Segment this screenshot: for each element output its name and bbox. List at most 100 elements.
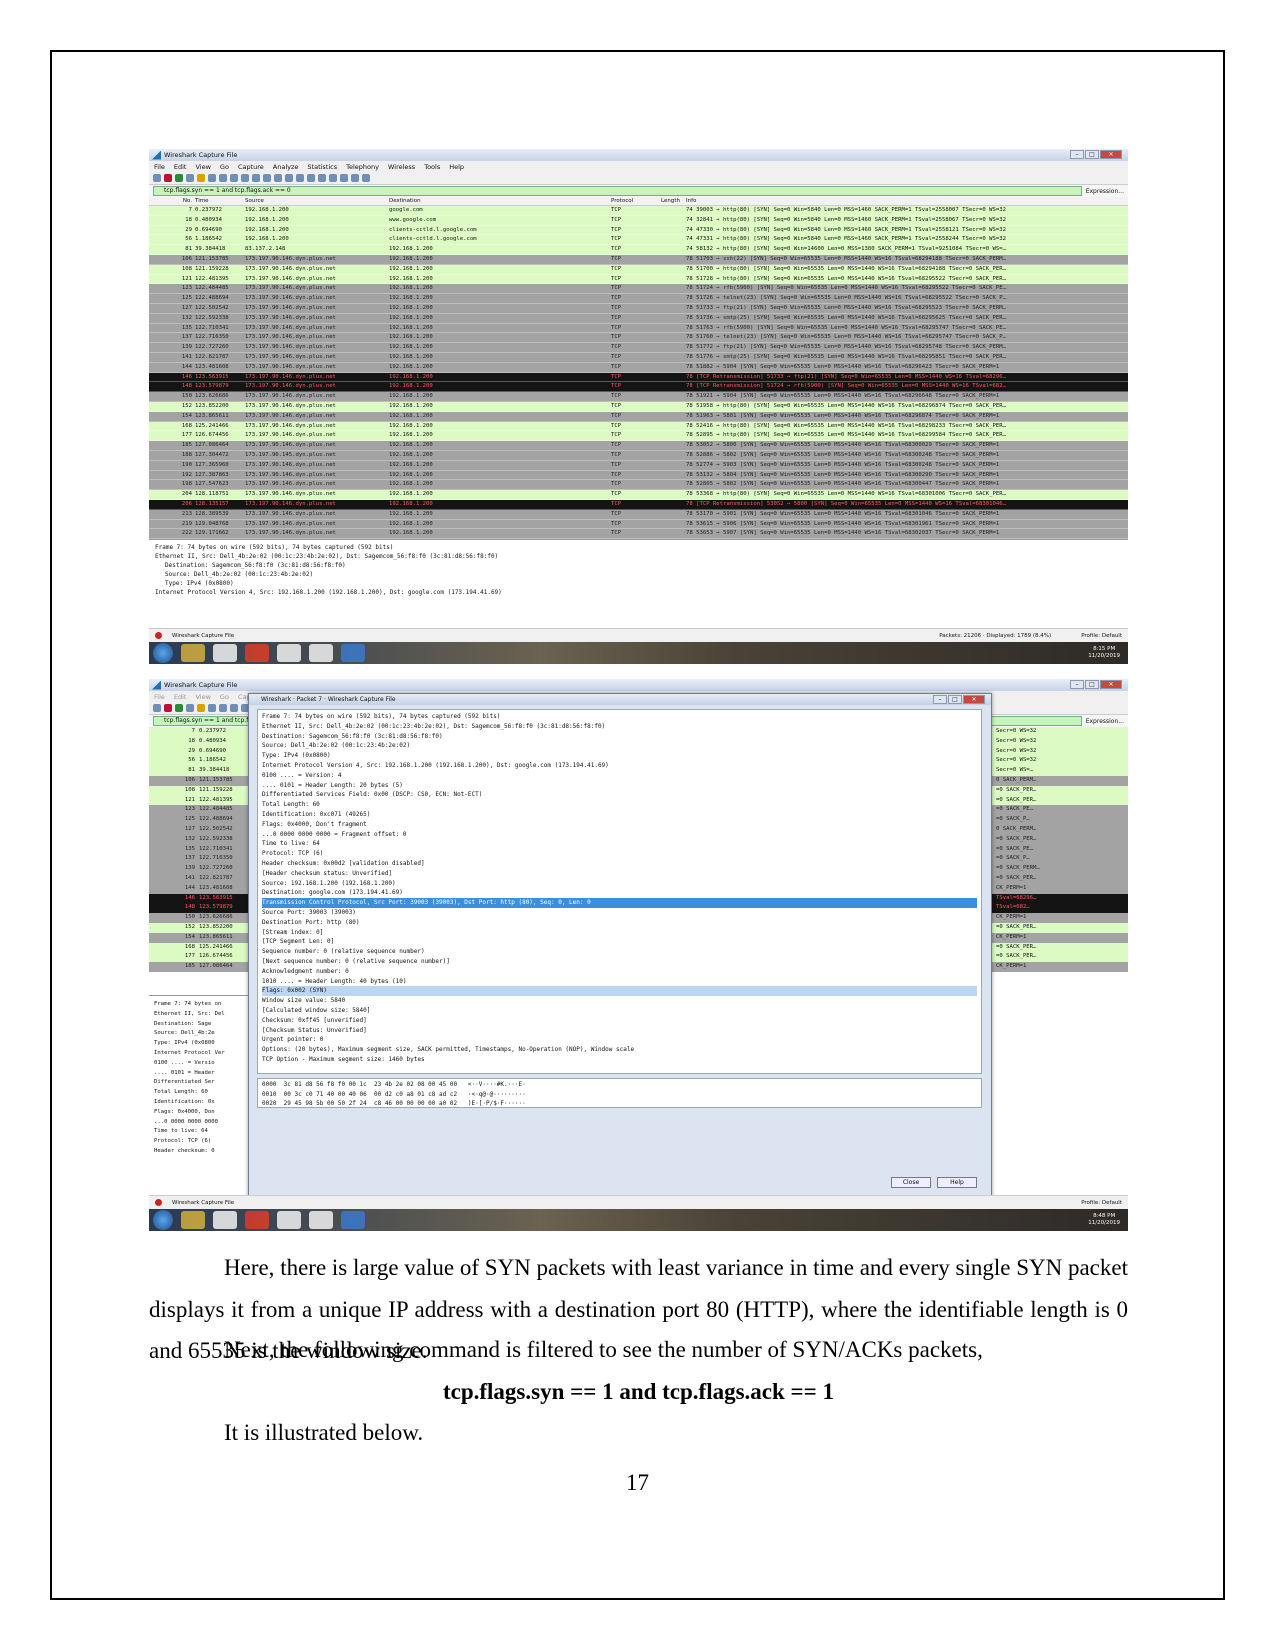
packet-row[interactable]: 81 39.384418 83.137.2.148 192.168.1.200 TCP 7… bbox=[149, 245, 1128, 255]
find-icon[interactable] bbox=[241, 174, 249, 182]
packet-row[interactable]: 198 127.547623 173.197.90.146.dyn.plus.net… bbox=[149, 480, 1128, 491]
tree-line[interactable]: Sequence number: 0 (relative sequence nu… bbox=[262, 947, 977, 957]
tree-line[interactable]: Identification: 0xc071 (49265) bbox=[262, 810, 977, 820]
packet-row[interactable]: 125 122.488694 173.197.90.146.dyn.plus.net… bbox=[149, 294, 1128, 304]
colorize-icon[interactable] bbox=[318, 174, 326, 182]
tool-taskbar-icon[interactable] bbox=[277, 1211, 301, 1229]
hex-line[interactable]: 0010 00 3c c0 71 40 00 40 06 00 d2 c0 a8… bbox=[262, 1090, 977, 1100]
go-to-icon[interactable] bbox=[274, 174, 282, 182]
packet-row[interactable]: 141 122.821787 bbox=[149, 873, 248, 884]
packet-row[interactable]: 123 122.484485 173.197.90.146.dyn.plus.net… bbox=[149, 284, 1128, 295]
maximize-button[interactable]: □ bbox=[1085, 680, 1099, 689]
explorer-taskbar-icon[interactable] bbox=[181, 1211, 205, 1229]
tree-line[interactable]: Flags: 0x4000, Don't fragment bbox=[262, 820, 977, 830]
packet-row[interactable]: 7 0.237972 192.168.1.200 google.com TCP 74 39… bbox=[149, 206, 1128, 216]
expression-button[interactable]: Expression... bbox=[1086, 718, 1124, 725]
packet-row[interactable]: 152 123.852200 bbox=[149, 922, 248, 933]
packet-row-info-tail[interactable]: CK_PERM=1 bbox=[992, 932, 1128, 943]
packet-row[interactable]: 127 122.502542 173.197.90.146.dyn.plus.net… bbox=[149, 303, 1128, 314]
tree-line[interactable]: Acknowledgment number: 0 bbox=[262, 967, 977, 977]
options-icon[interactable] bbox=[186, 704, 194, 712]
packet-row[interactable]: 150 123.626686 bbox=[149, 913, 248, 923]
column-header-info[interactable]: Info bbox=[686, 198, 1128, 204]
packet-row[interactable]: 135 122.710341 bbox=[149, 844, 248, 855]
detail-line[interactable]: Differentiated Ser bbox=[154, 1078, 248, 1088]
stop-capture-icon[interactable] bbox=[164, 174, 172, 182]
open-file-icon[interactable] bbox=[197, 174, 205, 182]
packet-row[interactable]: 108 121.159228 bbox=[149, 785, 248, 796]
packet-row-info-tail[interactable]: Secr=0 WS=32 bbox=[992, 736, 1128, 747]
packet-row-info-tail[interactable]: =0 SACK_PER… bbox=[992, 834, 1128, 845]
packet-row[interactable]: 213 128.389539 173.197.90.146.dyn.plus.net… bbox=[149, 509, 1128, 520]
packet-row[interactable]: 192 127.387863 173.197.90.146.dyn.plus.net… bbox=[149, 470, 1128, 481]
tree-line[interactable]: Internet Protocol Version 4, Src: 192.16… bbox=[262, 761, 977, 771]
last-packet-icon[interactable] bbox=[296, 174, 304, 182]
hex-line[interactable]: 0000 3c 81 d8 56 f8 f0 00 1c 23 4b 2e 02… bbox=[262, 1080, 977, 1090]
packet-row-info-tail[interactable]: =0 SACK_PER… bbox=[992, 922, 1128, 933]
detail-line[interactable]: Total Length: 60 bbox=[154, 1088, 248, 1098]
tree-line[interactable]: Flags: 0x002 (SYN) bbox=[262, 986, 977, 997]
detail-line[interactable]: Header checksum: 0 bbox=[154, 1147, 248, 1157]
autoscroll-icon[interactable] bbox=[307, 174, 315, 182]
packet-row[interactable]: 146 123.563915 173.197.90.146.dyn.plus.net… bbox=[149, 372, 1128, 383]
tree-line[interactable]: [Header checksum status: Unverified] bbox=[262, 869, 977, 879]
packet-row[interactable]: 188 127.304472 173.197.90.145.dyn.plus.net… bbox=[149, 450, 1128, 461]
packet-row[interactable]: 177 126.674456 173.197.90.146.dyn.plus.net… bbox=[149, 431, 1128, 442]
zoom-reset-icon[interactable] bbox=[351, 174, 359, 182]
packet-row[interactable]: 144 123.481608 bbox=[149, 883, 248, 894]
tree-line[interactable]: Total Length: 60 bbox=[262, 800, 977, 810]
detail-line[interactable]: Type: IPv4 (0x0800) bbox=[155, 579, 1122, 588]
packet-row[interactable]: 137 122.716350 bbox=[149, 854, 248, 865]
tree-line[interactable]: Destination Port: http (80) bbox=[262, 918, 977, 928]
tree-line[interactable]: Source: 192.168.1.200 (192.168.1.200) bbox=[262, 879, 977, 889]
packet-row[interactable]: 108 121.159228 173.197.90.146.dyn.plus.net… bbox=[149, 264, 1128, 275]
column-header-time[interactable]: Time bbox=[195, 198, 239, 204]
wireshark-taskbar-icon[interactable] bbox=[341, 1211, 365, 1229]
start-button-icon[interactable] bbox=[153, 643, 173, 663]
expert-info-icon[interactable] bbox=[155, 1199, 162, 1206]
display-filter-input[interactable]: tcp.flags.syn == 1 and tcp.flags.ack == … bbox=[153, 186, 1082, 196]
menu-item[interactable]: Wireless bbox=[388, 163, 415, 171]
tree-line[interactable]: Type: IPv4 (0x0800) bbox=[262, 751, 977, 761]
tree-line[interactable]: Destination: google.com (173.194.41.69) bbox=[262, 888, 977, 898]
packet-row-info-tail[interactable]: =0 SACK_PE… bbox=[992, 844, 1128, 855]
detail-line[interactable]: 0100 .... = Versio bbox=[154, 1059, 248, 1069]
detail-line[interactable]: Source: Dell_4b:2e:02 (00:1c:23:4b:2e:02… bbox=[155, 570, 1122, 579]
start-button-icon[interactable] bbox=[153, 1210, 173, 1230]
minimize-button[interactable]: – bbox=[1070, 680, 1084, 689]
menu-item[interactable]: Go bbox=[220, 163, 229, 171]
save-icon[interactable] bbox=[208, 174, 216, 182]
tree-line[interactable]: Ethernet II, Src: Dell_4b:2e:02 (00:1c:2… bbox=[262, 722, 977, 732]
packet-row[interactable]: 125 122.488694 bbox=[149, 815, 248, 825]
menu-item[interactable]: Edit bbox=[174, 163, 187, 171]
packet-row[interactable]: 185 127.086464 173.197.90.146.dyn.plus.net… bbox=[149, 441, 1128, 451]
packet-row[interactable]: 132 122.592338 173.197.90.146.dyn.plus.net… bbox=[149, 313, 1128, 324]
menu-item[interactable]: Go bbox=[220, 693, 229, 701]
resize-columns-icon[interactable] bbox=[362, 174, 370, 182]
packet-row[interactable]: 29 0.694690 192.168.1.200 clients-cctld.l.g… bbox=[149, 225, 1128, 236]
packet-row[interactable]: 150 123.626686 173.197.90.146.dyn.plus.net… bbox=[149, 392, 1128, 402]
detail-line[interactable]: Destination: Sagemcom_56:f8:f0 (3c:81:d8… bbox=[155, 561, 1122, 570]
close-button[interactable]: ✕ bbox=[1100, 150, 1122, 159]
system-clock[interactable]: 8:15 PM 11/20/2019 bbox=[1088, 646, 1120, 660]
minimize-button[interactable]: – bbox=[1070, 150, 1084, 159]
explorer-taskbar-icon[interactable] bbox=[181, 644, 205, 662]
packet-row[interactable]: 219 129.048768 173.197.90.146.dyn.plus.net… bbox=[149, 519, 1128, 530]
packet-row[interactable]: 168 125.241466 bbox=[149, 942, 248, 953]
detail-line[interactable]: Source: Dell_4b:2e bbox=[154, 1029, 248, 1039]
tree-line[interactable]: 1010 .... = Header Length: 40 bytes (10) bbox=[262, 977, 977, 987]
restart-capture-icon[interactable] bbox=[175, 174, 183, 182]
zoom-in-icon[interactable] bbox=[329, 174, 337, 182]
packet-row[interactable]: 152 123.852200 173.197.90.146.dyn.plus.net… bbox=[149, 401, 1128, 412]
column-header-protocol[interactable]: Protocol bbox=[611, 198, 661, 204]
options-icon[interactable] bbox=[186, 174, 194, 182]
packet-row[interactable]: 56 1.186542 192.168.1.200 clients-cctld.l.g… bbox=[149, 235, 1128, 246]
detail-line[interactable]: Type: IPv4 (0x0800 bbox=[154, 1039, 248, 1049]
packet-row[interactable]: 56 1.186542 bbox=[149, 756, 248, 767]
hex-line[interactable]: 0020 29 45 98 5b 00 50 2f 24 c8 46 00 00… bbox=[262, 1099, 977, 1109]
packet-row[interactable]: 121 122.481395 173.197.90.146.dyn.plus.net… bbox=[149, 274, 1128, 285]
column-header-length[interactable]: Length bbox=[661, 198, 686, 204]
packet-row[interactable]: 204 128.118751 173.197.90.146.dyn.plus.net… bbox=[149, 490, 1128, 500]
detail-line[interactable]: Frame 7: 74 bytes on bbox=[154, 1000, 248, 1010]
tool-taskbar-icon[interactable] bbox=[277, 644, 301, 662]
